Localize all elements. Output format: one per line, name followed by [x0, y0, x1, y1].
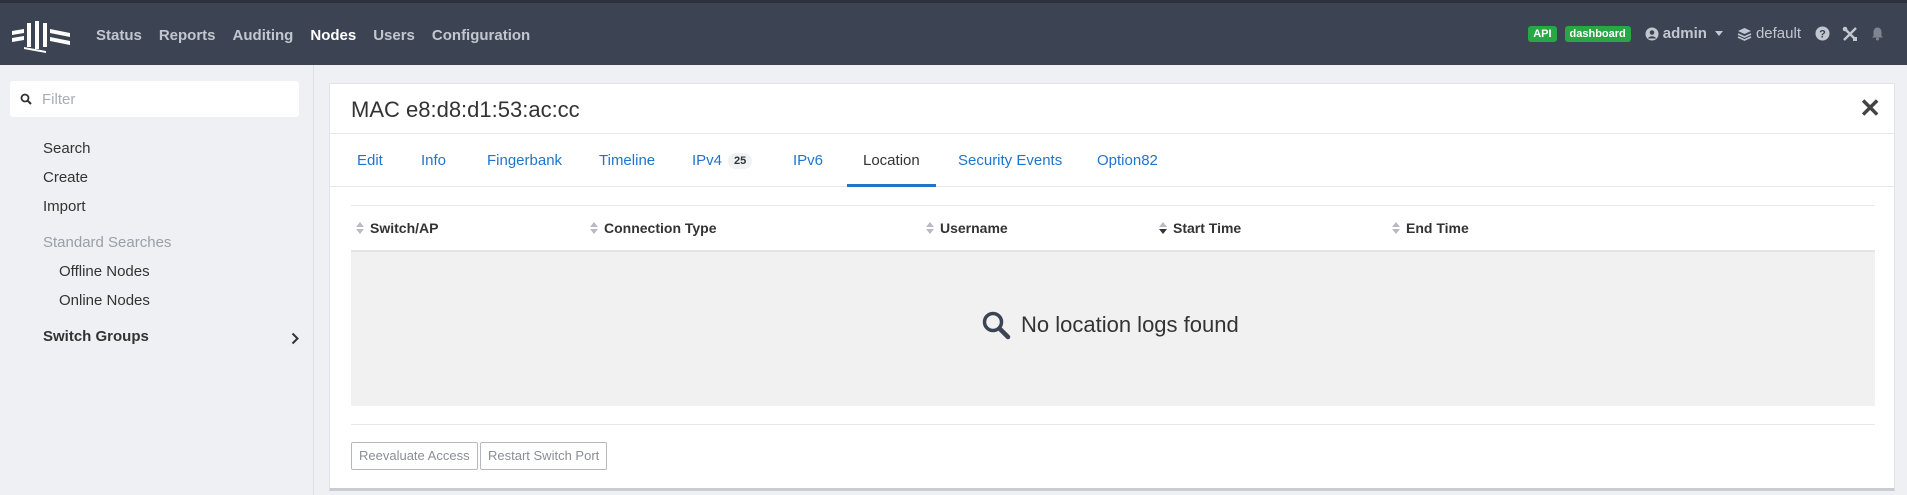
api-badge[interactable]: API: [1528, 25, 1557, 42]
divider: [351, 424, 1875, 425]
standard-searches-heading: Standard Searches: [43, 234, 172, 251]
search-icon: [982, 311, 1011, 340]
tab-timeline[interactable]: Timeline: [599, 135, 655, 187]
sidebar-item-offline-nodes[interactable]: Offline Nodes: [59, 263, 150, 280]
column-label: Start Time: [1173, 220, 1242, 236]
tab-security-events[interactable]: Security Events: [958, 135, 1062, 187]
filter-box[interactable]: [10, 81, 299, 117]
tab-ipv6[interactable]: IPv6: [793, 135, 823, 187]
empty-state: No location logs found: [351, 252, 1875, 406]
column-start-time[interactable]: Start Time: [1159, 220, 1241, 236]
tab-location[interactable]: Location: [847, 135, 936, 187]
column-label: Switch/AP: [370, 220, 439, 236]
tenant-name: default: [1755, 25, 1801, 42]
nav-status[interactable]: Status: [96, 27, 142, 44]
nav-configuration[interactable]: Configuration: [432, 27, 530, 44]
tenant-menu[interactable]: default: [1737, 25, 1801, 42]
node-tabs: Edit Info Fingerbank Timeline IPv4 25 IPv…: [330, 135, 1894, 187]
toolbar: API dashboard admin default ?: [1528, 25, 1885, 42]
tools-icon[interactable]: [1842, 26, 1858, 42]
sidebar-item-search[interactable]: Search: [43, 140, 91, 157]
user-name: admin: [1662, 25, 1707, 42]
reevaluate-access-button[interactable]: Reevaluate Access: [351, 442, 478, 470]
page-title: MAC e8:d8:d1:53:ac:cc: [351, 97, 580, 122]
card-header: MAC e8:d8:d1:53:ac:cc ✕: [330, 84, 1894, 134]
svg-text:?: ?: [1819, 29, 1826, 41]
nav-users[interactable]: Users: [373, 27, 415, 44]
empty-message-text: No location logs found: [1021, 312, 1239, 337]
sidebar-group-switch-groups[interactable]: Switch Groups: [43, 328, 149, 345]
search-icon: [20, 93, 32, 105]
restart-switch-port-button[interactable]: Restart Switch Port: [480, 442, 608, 470]
column-username[interactable]: Username: [926, 220, 1008, 236]
nav-auditing[interactable]: Auditing: [233, 27, 294, 44]
ipv4-count-badge: 25: [728, 153, 753, 170]
sidebar: Search Create Import Standard Searches O…: [0, 65, 314, 495]
tab-ipv4[interactable]: IPv4 25: [692, 135, 753, 187]
empty-message: No location logs found: [981, 310, 1239, 340]
sidebar-item-create[interactable]: Create: [43, 169, 88, 186]
node-card: MAC e8:d8:d1:53:ac:cc ✕ Edit Info Finger…: [329, 83, 1895, 491]
bell-icon[interactable]: [1870, 26, 1885, 41]
close-icon[interactable]: ✕: [1859, 95, 1881, 121]
column-switch-ap[interactable]: Switch/AP: [356, 220, 438, 236]
location-table: Switch/AP Connection Type Username Start…: [351, 205, 1875, 406]
tab-info[interactable]: Info: [421, 135, 446, 187]
main-nav: Status Reports Auditing Nodes Users Conf…: [96, 27, 547, 44]
dashboard-badge[interactable]: dashboard: [1564, 25, 1631, 42]
packetfence-logo[interactable]: [10, 17, 72, 53]
filter-input[interactable]: [42, 90, 282, 108]
sidebar-item-import[interactable]: Import: [43, 198, 86, 215]
chevron-down-icon: [1714, 31, 1723, 36]
sort-icon: [590, 222, 598, 234]
tab-option82[interactable]: Option82: [1097, 135, 1158, 187]
column-end-time[interactable]: End Time: [1392, 220, 1469, 236]
table-header: Switch/AP Connection Type Username Start…: [351, 205, 1875, 252]
sidebar-item-online-nodes[interactable]: Online Nodes: [59, 292, 150, 309]
sort-icon: [926, 222, 934, 234]
user-circle-icon: [1645, 27, 1659, 40]
nav-reports[interactable]: Reports: [159, 27, 216, 44]
help-icon[interactable]: ?: [1815, 26, 1830, 41]
column-connection-type[interactable]: Connection Type: [590, 220, 717, 236]
layers-icon: [1737, 27, 1752, 41]
sort-icon: [1392, 222, 1400, 234]
nav-nodes[interactable]: Nodes: [310, 27, 356, 44]
tab-fingerbank[interactable]: Fingerbank: [487, 135, 562, 187]
column-label: Username: [940, 220, 1008, 236]
sort-icon: [356, 222, 364, 234]
sort-desc-icon: [1159, 222, 1167, 234]
user-menu[interactable]: admin: [1645, 25, 1723, 42]
column-label: End Time: [1406, 220, 1469, 236]
top-navbar: Status Reports Auditing Nodes Users Conf…: [0, 0, 1907, 65]
chevron-right-icon[interactable]: [291, 332, 299, 345]
tab-edit[interactable]: Edit: [357, 135, 383, 187]
column-label: Connection Type: [604, 220, 717, 236]
tab-ipv4-label: IPv4: [692, 152, 723, 169]
